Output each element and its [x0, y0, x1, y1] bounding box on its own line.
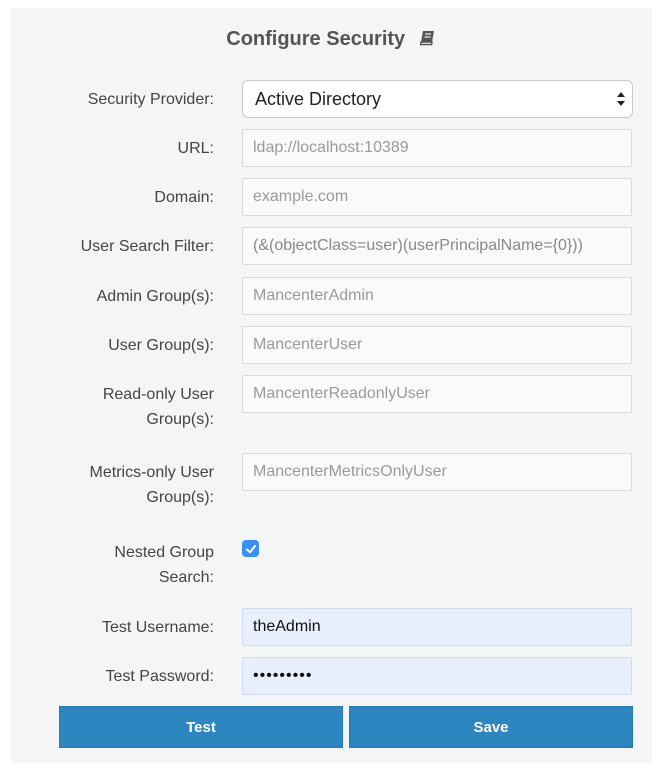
security-provider-value: Active Directory: [255, 89, 382, 109]
readonly-groups-label: Read-only User Group(s):: [14, 382, 214, 432]
page-title: Configure Security: [11, 28, 652, 53]
select-arrows-icon: [616, 81, 626, 117]
url-label: URL:: [177, 140, 214, 157]
admin-groups-input[interactable]: MancenterAdmin: [242, 277, 632, 315]
test-username-input[interactable]: theAdmin: [242, 608, 632, 646]
domain-label: Domain:: [154, 189, 214, 206]
user-groups-input[interactable]: MancenterUser: [242, 326, 632, 364]
user-search-filter-label: User Search Filter:: [80, 238, 214, 255]
admin-groups-label: Admin Group(s):: [96, 288, 214, 305]
security-provider-label: Security Provider:: [87, 91, 214, 108]
user-groups-label: User Group(s):: [108, 337, 214, 354]
nested-group-search-checkbox[interactable]: [242, 540, 259, 557]
test-password-input[interactable]: •••••••••: [242, 657, 632, 695]
nested-group-search-label-line2: Search:: [158, 569, 214, 586]
test-username-label: Test Username:: [101, 619, 214, 636]
url-input[interactable]: ldap://localhost:10389: [242, 129, 632, 167]
metrics-groups-label-line2: Group(s):: [146, 489, 214, 506]
readonly-groups-label-line1: Read-only User: [102, 386, 214, 403]
security-provider-select[interactable]: Active Directory: [242, 80, 633, 118]
nested-group-search-label: Nested Group Search:: [14, 540, 214, 590]
test-password-label: Test Password:: [105, 668, 214, 685]
metrics-groups-input[interactable]: MancenterMetricsOnlyUser: [242, 453, 632, 491]
title-text: Configure Security: [226, 28, 406, 50]
book-icon[interactable]: [419, 29, 437, 53]
checkmark-icon: [245, 544, 256, 553]
domain-input[interactable]: example.com: [242, 178, 632, 216]
user-search-filter-input[interactable]: (&(objectClass=user)(userPrincipalName={…: [242, 227, 632, 265]
readonly-groups-label-line2: Group(s):: [146, 411, 214, 428]
configure-security-panel: Configure Security Security Provider: Ac…: [11, 8, 652, 763]
nested-group-search-label-line1: Nested Group: [114, 544, 214, 561]
save-button[interactable]: Save: [349, 706, 633, 748]
metrics-groups-label-line1: Metrics-only User: [89, 464, 214, 481]
readonly-groups-input[interactable]: MancenterReadonlyUser: [242, 375, 632, 413]
test-button[interactable]: Test: [59, 706, 343, 748]
metrics-groups-label: Metrics-only User Group(s):: [14, 460, 214, 510]
